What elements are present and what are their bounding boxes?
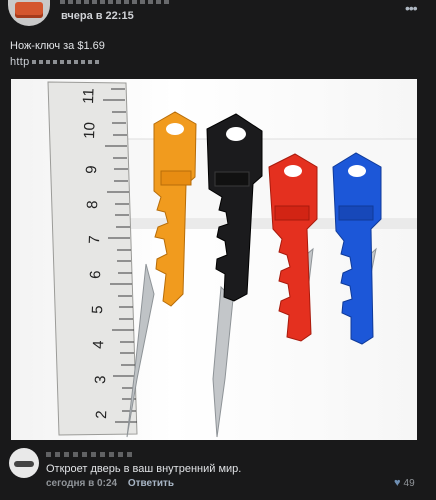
post-photo[interactable]: 11 10 9 8 7 6 5 4 3 2 — [11, 79, 417, 440]
ruler-number: 6 — [87, 270, 104, 279]
heart-icon: ♥ — [394, 477, 401, 489]
ruler-number: 5 — [89, 305, 106, 314]
like-button[interactable]: ♥ 49 — [394, 477, 415, 489]
comment-avatar[interactable] — [9, 448, 39, 478]
comment-text: Откроет дверь в ваш внутренний мир. — [46, 463, 242, 475]
author-avatar[interactable] — [8, 0, 50, 26]
author-name[interactable] — [60, 0, 170, 4]
ruler-number: 10 — [81, 122, 99, 139]
knife-red — [268, 153, 318, 342]
comment-author[interactable] — [46, 452, 136, 457]
knife-blue — [332, 152, 382, 345]
post-header: вчера в 22:15 ••• — [0, 0, 436, 32]
comment: Откроет дверь в ваш внутренний мир. сего… — [0, 444, 436, 500]
ruler-number: 3 — [92, 375, 109, 384]
ruler-number: 2 — [93, 410, 110, 419]
ruler-number: 7 — [86, 235, 103, 244]
post-text: Нож-ключ за $1.69 — [10, 40, 105, 52]
post-time[interactable]: вчера в 22:15 — [61, 10, 134, 22]
ruler-number: 4 — [90, 340, 107, 349]
knife-keys-image: 11 10 9 8 7 6 5 4 3 2 — [47, 81, 417, 438]
knife-black — [206, 113, 263, 438]
comment-time[interactable]: сегодня в 0:24 — [46, 478, 117, 489]
like-count: 49 — [403, 478, 415, 489]
reply-button[interactable]: Ответить — [128, 478, 174, 489]
ruler: 11 10 9 8 7 6 5 4 3 2 — [47, 81, 138, 436]
ruler-number: 8 — [84, 200, 101, 209]
post-link[interactable]: http — [10, 56, 102, 68]
ruler-number: 9 — [83, 165, 100, 174]
post-link-prefix[interactable]: http — [10, 56, 30, 68]
more-dots-icon[interactable]: ••• — [405, 0, 418, 16]
ruler-number: 11 — [80, 88, 98, 104]
comment-meta: сегодня в 0:24 Ответить — [46, 478, 174, 489]
